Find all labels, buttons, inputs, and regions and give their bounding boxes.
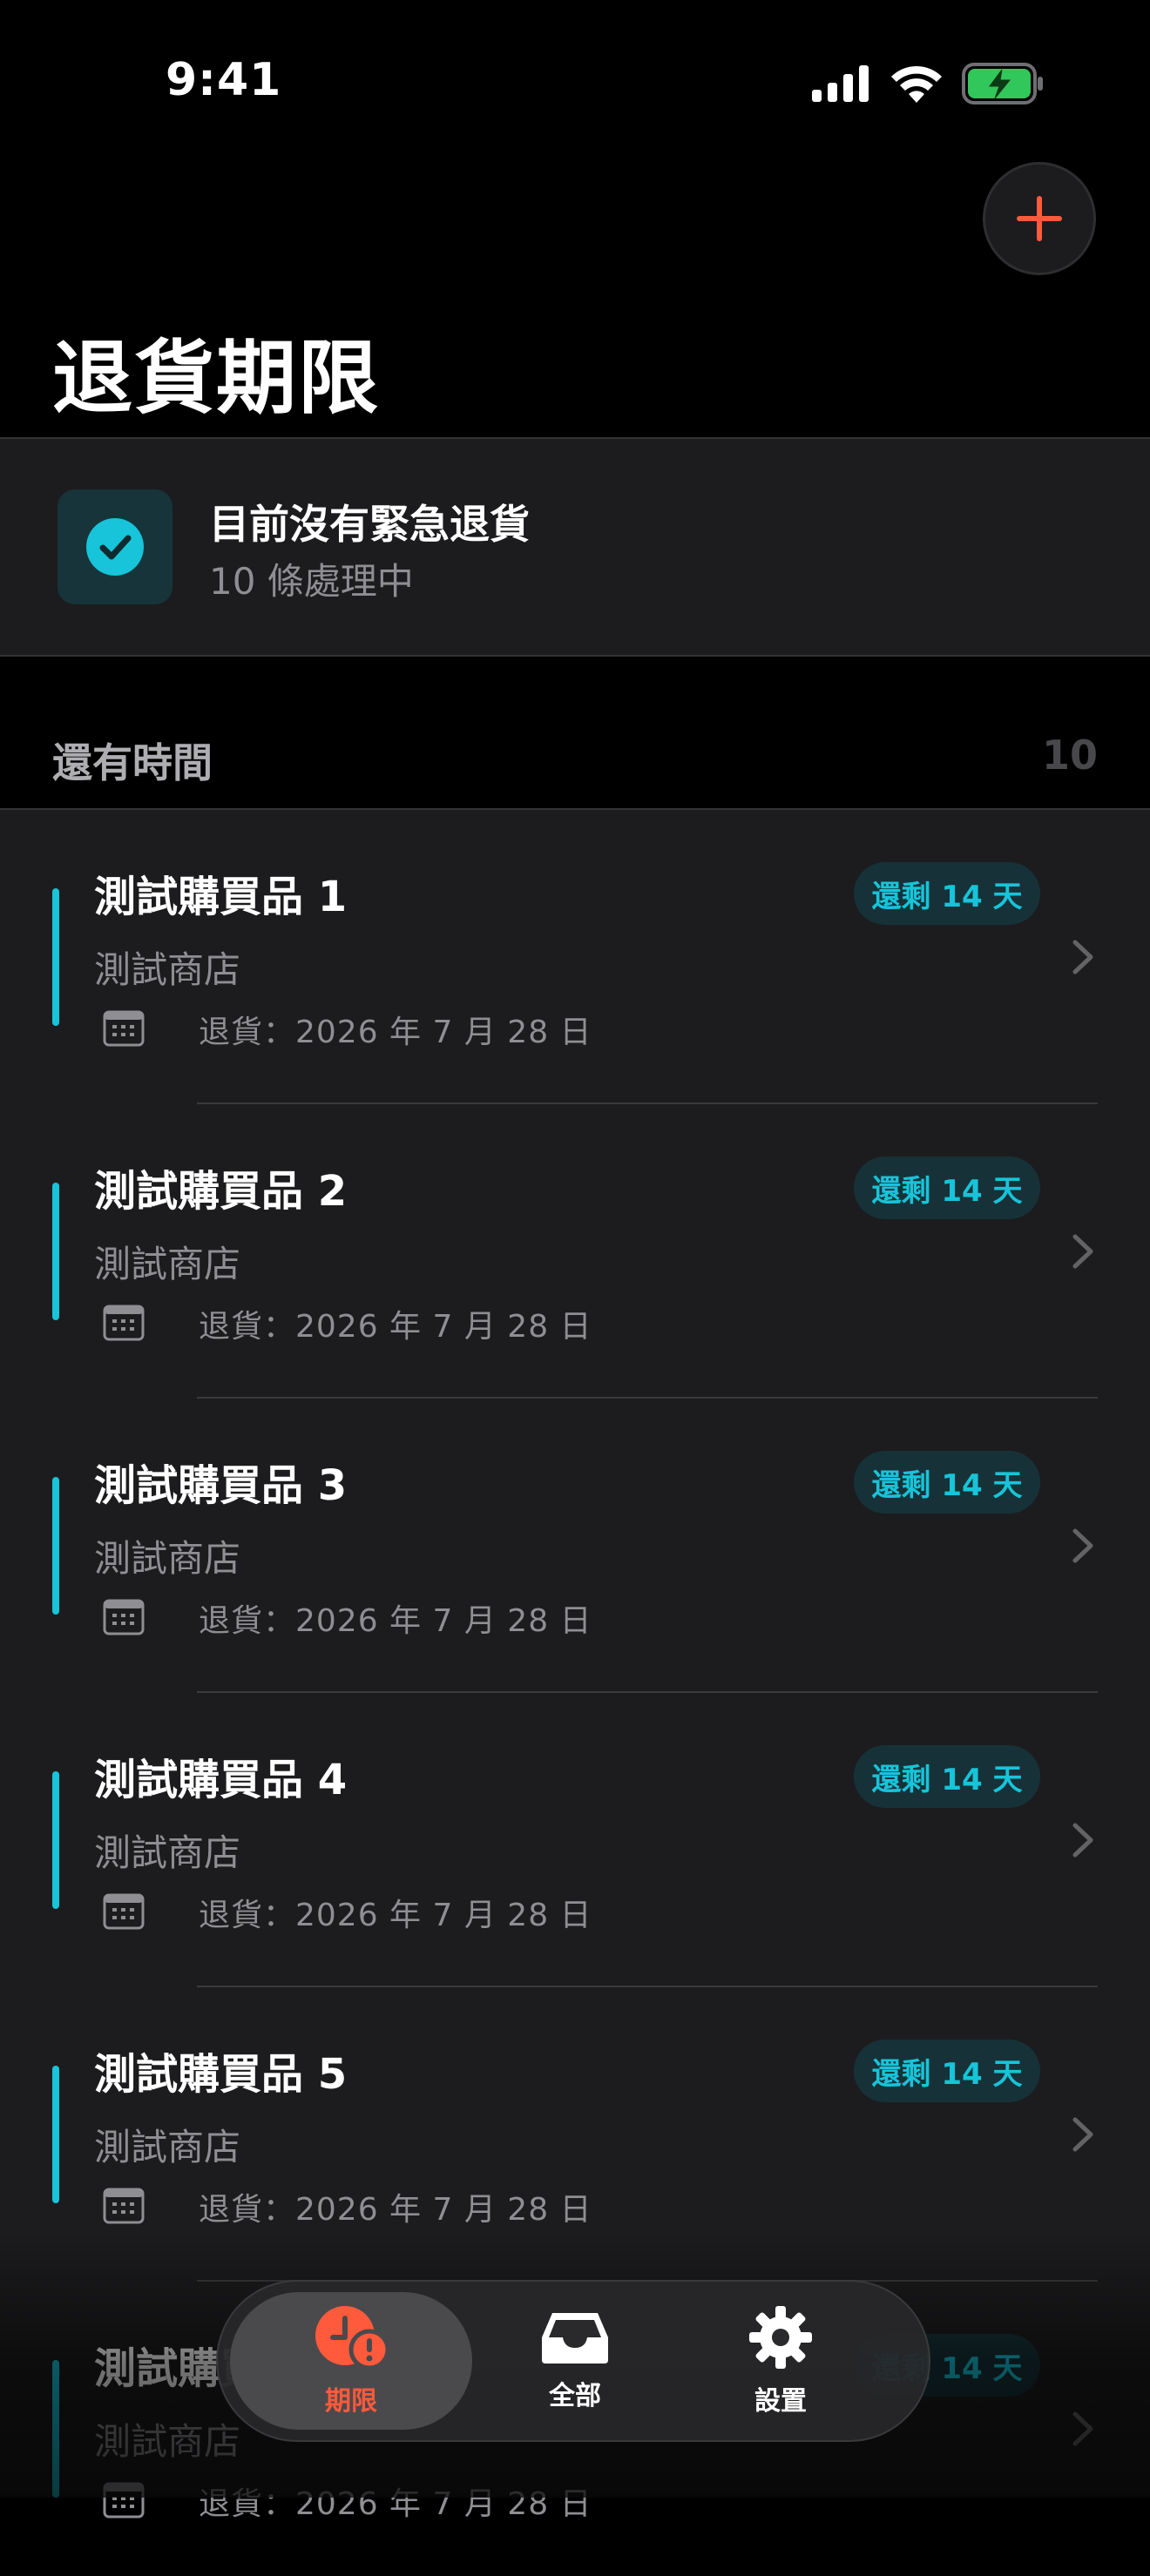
tab-bar: 期限 全部 設置 [216,2280,930,2442]
section-header: 還有時間 10 [0,714,1150,810]
cellular-signal-icon [812,65,869,102]
chevron-right-icon [1072,1234,1093,1269]
days-left-badge: 還剩 14 天 [854,1745,1040,1808]
tab-deadlines[interactable]: 期限 [230,2292,472,2430]
section-title: 還有時間 [52,739,213,786]
item-deadline: 退貨：2026 年 7 月 28 日 [199,1309,592,1345]
tab-label: 期限 [325,2386,377,2417]
tab-settings[interactable]: 設置 [676,2292,885,2430]
status-summary-card: 目前沒有緊急退貨 10 條處理中 [0,439,1150,657]
item-deadline: 退貨：2026 年 7 月 28 日 [199,2486,592,2522]
item-deadline: 退貨：2026 年 7 月 28 日 [199,2192,592,2228]
list-item[interactable]: 測試購買品 3 測試商店 退貨：2026 年 7 月 28 日 還剩 14 天 [0,1399,1150,1693]
status-card-title: 目前沒有緊急退貨 [209,501,530,548]
calendar-icon [103,1599,145,1635]
section-count: 10 [1041,732,1098,779]
item-title: 測試購買品 4 [94,1756,348,1804]
status-bar: 9:41 [0,0,1150,165]
tab-label: 全部 [549,2381,601,2411]
calendar-icon [103,1010,145,1047]
status-accent-bar [52,2360,59,2498]
status-icons [812,63,1045,105]
list-item[interactable]: 測試購買品 5 測試商店 退貨：2026 年 7 月 28 日 還剩 14 天 [0,1987,1150,2282]
item-store: 測試商店 [94,1537,241,1580]
status-accent-bar [52,1771,59,1909]
checkmark-circle-icon [86,518,144,576]
item-store: 測試商店 [94,1831,241,1874]
days-left-badge: 還剩 14 天 [854,1451,1040,1514]
status-accent-bar [52,888,59,1026]
status-accent-bar [52,1477,59,1615]
tab-all[interactable]: 全部 [479,2292,671,2430]
days-left-badge: 還剩 14 天 [854,1157,1040,1219]
item-deadline: 退貨：2026 年 7 月 28 日 [199,1015,592,1050]
battery-charging-icon [962,63,1043,105]
return-list: 測試購買品 1 測試商店 退貨：2026 年 7 月 28 日 還剩 14 天 … [0,810,1150,2522]
chevron-right-icon [1072,2411,1093,2446]
add-button[interactable] [983,162,1096,275]
chevron-right-icon [1072,2117,1093,2152]
item-store: 測試商店 [94,2126,241,2168]
calendar-icon [103,2482,145,2519]
chevron-right-icon [1072,1823,1093,1858]
item-title: 測試購買品 1 [94,873,348,921]
clock-alert-icon [315,2306,390,2370]
plus-icon [1017,196,1062,241]
list-item[interactable]: 測試購買品 2 測試商店 退貨：2026 年 7 月 28 日 還剩 14 天 [0,1104,1150,1399]
item-store: 測試商店 [94,948,241,991]
calendar-icon [103,1305,145,1341]
inbox-tray-icon [542,2313,608,2364]
list-item[interactable]: 測試購買品 4 測試商店 退貨：2026 年 7 月 28 日 還剩 14 天 [0,1693,1150,1987]
list-item[interactable]: 測試購買品 1 測試商店 退貨：2026 年 7 月 28 日 還剩 14 天 [0,810,1150,1104]
item-title: 測試購買品 5 [94,2050,348,2099]
status-icon-tile [58,489,172,604]
item-deadline: 退貨：2026 年 7 月 28 日 [199,1603,592,1639]
gear-icon [749,2306,812,2369]
item-title: 測試購買品 3 [94,1461,348,1510]
item-store: 測試商店 [94,1243,241,1285]
status-accent-bar [52,2066,59,2203]
days-left-badge: 還剩 14 天 [854,862,1040,925]
calendar-icon [103,1893,145,1930]
item-title: 測試購買品 2 [94,1167,348,1216]
status-time: 9:41 [166,54,282,106]
item-store: 測試商店 [94,2420,241,2463]
item-deadline: 退貨：2026 年 7 月 28 日 [199,1898,592,1933]
chevron-right-icon [1072,940,1093,974]
status-accent-bar [52,1183,59,1320]
tab-label: 設置 [754,2386,807,2417]
page-title: 退貨期限 [52,332,381,425]
calendar-icon [103,2188,145,2224]
chevron-right-icon [1072,1528,1093,1563]
wifi-icon [891,65,942,103]
days-left-badge: 還剩 14 天 [854,2040,1040,2102]
status-card-subtitle: 10 條處理中 [209,560,414,603]
